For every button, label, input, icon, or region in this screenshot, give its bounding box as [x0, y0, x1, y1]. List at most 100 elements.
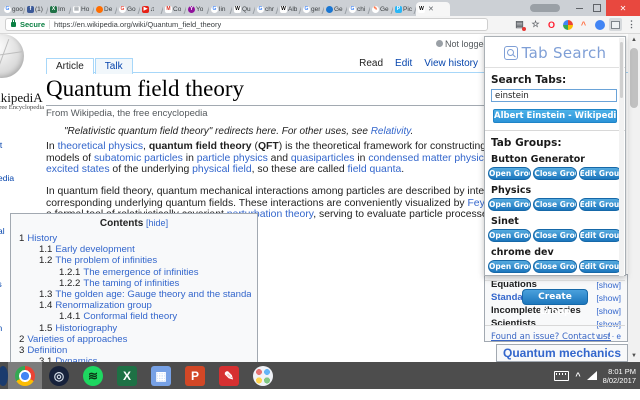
close-button[interactable]: ✕ — [606, 0, 640, 16]
browser-tab-active[interactable]: W ✕ — [416, 2, 450, 16]
browser-tab[interactable]: M Co — [163, 2, 186, 16]
contact-us-link[interactable]: Found an issue? Contact us! — [491, 332, 619, 342]
taskbar-app-steam[interactable]: ◎ — [42, 362, 76, 389]
contents-item[interactable]: 1.2 The problem of infinities — [17, 255, 251, 266]
contents-item[interactable]: 1.2.2 The taming of infinities — [17, 278, 251, 289]
scroll-up-arrow[interactable]: ▲ — [628, 34, 640, 46]
contents-item[interactable]: 1.3 The golden age: Gauge theory and the … — [17, 289, 251, 300]
blue-circle-extension-icon[interactable] — [593, 18, 606, 31]
taskbar-app-excel[interactable]: X — [110, 362, 144, 389]
page-scrollbar[interactable]: ▲ ▼ — [628, 34, 640, 362]
taskbar-app-chrome[interactable] — [8, 362, 42, 389]
browser-tab[interactable]: Ge — [324, 2, 347, 16]
colorwheel-extension-icon[interactable] — [561, 18, 574, 31]
close-group-button[interactable]: Close Group — [533, 229, 577, 242]
show-link[interactable]: [show] — [596, 280, 621, 290]
popup-scrollbar[interactable] — [619, 38, 624, 276]
tab-article[interactable]: Article — [46, 58, 94, 74]
wiki-link[interactable]: field quanta — [348, 164, 402, 175]
edit-group-button[interactable]: Edit Group — [578, 260, 622, 273]
tab-edit[interactable]: Edit — [395, 58, 412, 69]
opera-extension-icon[interactable]: O — [545, 18, 558, 31]
edit-group-button[interactable]: Edit Group — [578, 167, 622, 180]
keyboard-icon[interactable] — [554, 370, 570, 381]
sidebar-link[interactable]: Main page — [0, 118, 42, 129]
contents-item[interactable]: 2 Varieties of approaches — [17, 334, 251, 345]
wiki-link[interactable]: Relativity — [371, 126, 411, 137]
browser-tab[interactable]: f (1) — [25, 2, 48, 16]
wiki-link[interactable]: quasiparticles — [291, 153, 355, 164]
taskbar-app-spotify[interactable]: ≋ — [76, 362, 110, 389]
taskbar-app-red-tool[interactable]: ✎ — [212, 362, 246, 389]
sidebar-link[interactable]: Random article — [0, 162, 42, 173]
browser-tab[interactable]: Gchr — [255, 2, 278, 16]
browser-tab[interactable]: P Pic — [393, 2, 416, 16]
close-group-button[interactable]: Close Group — [533, 198, 577, 211]
contents-item[interactable]: 1.1 Early development — [17, 244, 251, 255]
close-group-button[interactable]: Close Group — [533, 260, 577, 273]
contents-item[interactable]: 1.2.1 The emergence of infinities — [17, 267, 251, 278]
browser-tab[interactable]: X Im — [48, 2, 71, 16]
browser-tab[interactable]: ✎ Ge — [370, 2, 393, 16]
taskbar-app-clipped-app[interactable] — [0, 362, 8, 389]
window-pill-badge[interactable] — [530, 4, 560, 12]
sidebar-link[interactable]: Featured content — [0, 140, 42, 151]
address-bar[interactable]: Secure https://en.wikipedia.org/wiki/Qua… — [5, 18, 488, 31]
tab-close-icon[interactable]: ✕ — [428, 5, 434, 13]
caret-extension-icon[interactable]: ^ — [577, 18, 590, 31]
browser-tab[interactable]: Y Yo — [186, 2, 209, 16]
contents-item[interactable]: 1.5 Historiography — [17, 323, 251, 334]
open-group-button[interactable]: Open Group — [488, 260, 532, 273]
minimize-button[interactable] — [570, 0, 588, 16]
search-result-item[interactable]: Albert Einstein - Wikipedia — [493, 109, 617, 123]
tray-expand-icon[interactable]: ^ — [575, 371, 580, 381]
open-group-button[interactable]: Open Group — [488, 167, 532, 180]
show-link[interactable]: [show] — [596, 319, 621, 329]
open-group-button[interactable]: Open Group — [488, 229, 532, 242]
sidebar-link[interactable]: Wikipedia store — [0, 184, 42, 195]
tab-search-input[interactable] — [491, 89, 617, 102]
wikipedia-logo[interactable] — [0, 34, 24, 78]
bookmark-star-icon[interactable]: ☆ — [529, 18, 542, 31]
extension-page-icon[interactable]: ▤ — [513, 18, 526, 31]
sidebar-link[interactable]: Current events — [0, 151, 42, 162]
wiki-link[interactable]: physical field — [192, 164, 252, 175]
tab-view-history[interactable]: View history — [424, 58, 478, 69]
contents-item[interactable]: 1.4 Renormalization group — [17, 300, 251, 311]
open-group-button[interactable]: Open Group — [488, 198, 532, 211]
wiki-link[interactable]: subatomic particles — [94, 153, 183, 164]
close-group-button[interactable]: Close Group — [533, 167, 577, 180]
browser-tab[interactable]: Gger — [301, 2, 324, 16]
maximize-button[interactable] — [588, 0, 606, 16]
scrollbar-thumb[interactable] — [630, 48, 638, 108]
browser-tab[interactable]: ▤ Ho — [71, 2, 94, 16]
edit-group-button[interactable]: Edit Group — [578, 229, 622, 242]
browser-tab[interactable]: ▶ ♫ — [140, 2, 163, 16]
contents-item[interactable]: 1 History — [17, 233, 251, 244]
browser-tab[interactable]: Glin — [209, 2, 232, 16]
wiki-link[interactable]: condensed matter physics — [368, 153, 489, 164]
create-group-button[interactable]: Create Group — [522, 289, 588, 317]
taskbar-app-paint[interactable] — [246, 362, 280, 389]
menu-icon[interactable]: ⋮ — [625, 18, 638, 31]
taskbar-app-powerpoint[interactable]: P — [178, 362, 212, 389]
browser-tab[interactable]: Gchi — [347, 2, 370, 16]
edit-group-button[interactable]: Edit Group — [578, 198, 622, 211]
tab-search-extension-icon[interactable] — [609, 18, 622, 31]
wiki-link[interactable]: particle physics — [197, 153, 268, 164]
browser-tab[interactable]: De — [94, 2, 117, 16]
taskbar-app-calculator[interactable]: ▦ — [144, 362, 178, 389]
tab-talk[interactable]: Talk — [94, 58, 133, 74]
network-signal-icon[interactable] — [586, 371, 597, 380]
contents-item[interactable]: 3 Definition — [17, 345, 251, 356]
browser-tab[interactable]: G Go — [117, 2, 140, 16]
contents-hide-link[interactable]: [hide] — [146, 218, 168, 228]
tab-read[interactable]: Read — [359, 58, 383, 69]
browser-tab[interactable]: Ggoo — [2, 2, 25, 16]
contents-item[interactable]: 1.4.1 Conformal field theory — [17, 311, 251, 322]
taskbar-clock[interactable]: 8:01 PM 8/02/2017 — [603, 367, 636, 385]
wiki-link[interactable]: excited states — [46, 164, 110, 175]
sidebar-link[interactable]: Contents — [0, 129, 42, 140]
wiki-link[interactable]: theoretical physics — [58, 141, 143, 152]
scroll-down-arrow[interactable]: ▼ — [628, 350, 640, 362]
